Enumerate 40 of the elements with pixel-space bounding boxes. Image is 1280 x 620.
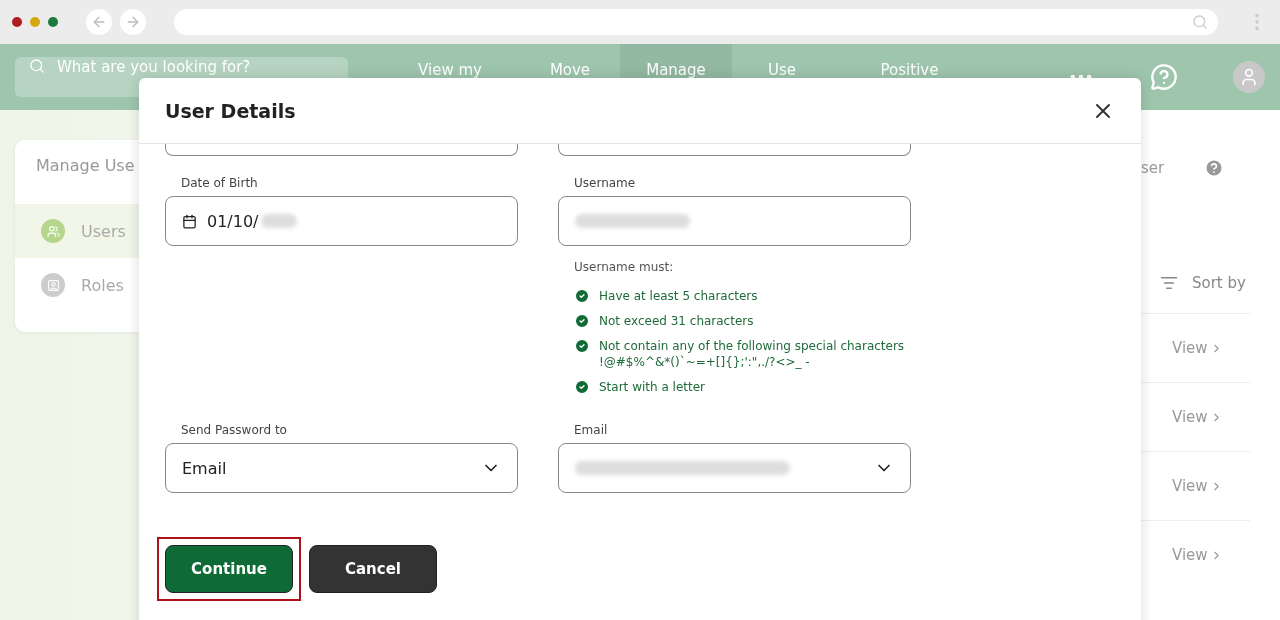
view-link[interactable]: View xyxy=(1172,477,1223,495)
back-button[interactable] xyxy=(86,9,112,35)
cancel-button[interactable]: Cancel xyxy=(309,545,437,593)
forward-button[interactable] xyxy=(120,9,146,35)
rule-text: Start with a letter xyxy=(599,379,705,395)
users-icon xyxy=(41,219,65,243)
view-link[interactable]: View xyxy=(1172,408,1223,426)
send-password-dropdown[interactable]: Email xyxy=(165,443,518,493)
close-dot[interactable] xyxy=(12,17,22,27)
continue-button[interactable]: Continue xyxy=(165,545,293,593)
help-icon[interactable] xyxy=(1204,158,1225,178)
email-dropdown[interactable] xyxy=(558,443,911,493)
search-icon xyxy=(1192,14,1208,30)
filter-icon xyxy=(1160,274,1178,292)
date-field[interactable]: 01/10/ xyxy=(165,196,518,246)
search-icon xyxy=(29,58,45,74)
sidebar-title: Manage Use xyxy=(36,156,135,175)
maximize-dot[interactable] xyxy=(48,17,58,27)
view-link[interactable]: View xyxy=(1172,339,1223,357)
id-card-icon xyxy=(41,273,65,297)
input-field[interactable] xyxy=(165,144,518,156)
username-field[interactable] xyxy=(558,196,911,246)
field-label: Date of Birth xyxy=(180,176,259,190)
field-label: Email xyxy=(573,423,609,437)
add-user-link[interactable]: ser xyxy=(1141,159,1165,177)
minimize-dot[interactable] xyxy=(30,17,40,27)
sort-button[interactable]: Sort by xyxy=(1160,253,1250,313)
calendar-icon xyxy=(182,213,197,229)
rules-title: Username must: xyxy=(574,260,675,274)
rule-text: Have at least 5 characters xyxy=(599,288,758,304)
input-field[interactable] xyxy=(558,144,911,156)
rule-text: Not contain any of the following special characters !@#$%^&*()`~=+[]{};':",./?<>_ - xyxy=(599,338,905,370)
rule-text: Not exceed 31 characters xyxy=(599,313,754,329)
dialog-title: User Details xyxy=(165,99,296,122)
search-placeholder: What are you looking for? xyxy=(57,58,251,76)
view-link[interactable]: View xyxy=(1172,546,1223,564)
avatar[interactable] xyxy=(1233,61,1265,93)
help-icon[interactable] xyxy=(1150,63,1178,91)
field-label: Username xyxy=(573,176,637,190)
field-label: Send Password to xyxy=(180,423,288,437)
